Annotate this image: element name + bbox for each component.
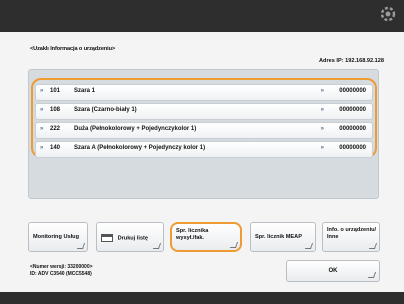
counter-number: 108 bbox=[50, 107, 61, 113]
ok-button[interactable]: OK bbox=[286, 260, 380, 282]
monitoring-label: Monitoring Usług bbox=[33, 234, 79, 240]
corner-mark-icon bbox=[229, 242, 239, 248]
device-info-button[interactable]: Info. o urządzeniu/ Inne bbox=[322, 222, 380, 252]
arrow-icon: » bbox=[40, 126, 44, 132]
corner-mark-icon bbox=[368, 243, 378, 249]
page-title: <Uzaklı Informacja o urządzeniu> bbox=[30, 46, 116, 52]
counter-number: 222 bbox=[50, 126, 61, 132]
bottom-strip bbox=[0, 292, 404, 304]
counter-number: 140 bbox=[50, 145, 61, 151]
counter-value: 00000000 bbox=[339, 88, 366, 94]
arrow-icon: » bbox=[320, 88, 324, 94]
counter-name: Szara 1 bbox=[74, 88, 96, 94]
list-item[interactable]: » 140 Szara A (Pełnokolorowy + Pojedyncz… bbox=[35, 141, 373, 158]
arrow-icon: » bbox=[40, 145, 44, 151]
device-id: ID: ADV C3540 (MCC5548) bbox=[30, 270, 92, 277]
counter-value: 00000000 bbox=[339, 107, 366, 113]
counter-value: 00000000 bbox=[339, 126, 366, 132]
list-item[interactable]: » 108 Szara (Czarno-biały 1) » 00000000 bbox=[35, 103, 373, 120]
check-counter-button[interactable]: Spr. licznika wysył./fak. bbox=[170, 222, 242, 252]
corner-mark-icon bbox=[76, 243, 86, 249]
arrow-icon: » bbox=[320, 145, 324, 151]
corner-mark-icon bbox=[367, 272, 377, 278]
list-item[interactable]: » 101 Szara 1 » 00000000 bbox=[35, 84, 373, 101]
monitoring-button[interactable]: Monitoring Usług bbox=[28, 222, 88, 252]
counter-list: » 101 Szara 1 » 00000000 » 108 Szara (Cz… bbox=[31, 78, 377, 158]
counter-name: Duża (Pełnokolorowy + Pojedynczykolor 1) bbox=[74, 126, 197, 132]
corner-mark-icon bbox=[304, 243, 314, 249]
counter-name: Szara A (Pełnokolorowy + Pojedynczy kolo… bbox=[74, 145, 206, 151]
counter-number: 101 bbox=[50, 88, 61, 94]
firmware-version: <Numer wersji: 33200000> bbox=[30, 264, 93, 270]
arrow-icon: » bbox=[40, 88, 44, 94]
check-counter-mp-button[interactable]: Spr. licznik MEAP bbox=[250, 222, 316, 252]
printer-icon bbox=[101, 234, 113, 242]
list-item[interactable]: » 222 Duża (Pełnokolorowy + Pojedynczyko… bbox=[35, 122, 373, 139]
corner-mark-icon bbox=[152, 243, 162, 249]
device-info-label: Info. o urządzeniu/ Inne bbox=[327, 227, 377, 240]
print-list-button[interactable]: Drukuj listę bbox=[96, 222, 164, 252]
top-bar bbox=[0, 0, 404, 32]
check-counter-mp-label: Spr. licznik MEAP bbox=[255, 234, 302, 240]
ip-address: Adres IP: 192.168.92.128 bbox=[319, 58, 384, 64]
gear-icon[interactable] bbox=[378, 4, 398, 24]
print-list-label: Drukuj listę bbox=[117, 235, 149, 242]
check-counter-label: Spr. licznika wysył./fak. bbox=[176, 228, 209, 241]
arrow-icon: » bbox=[320, 126, 324, 132]
arrow-icon: » bbox=[40, 107, 44, 113]
ok-label: OK bbox=[328, 268, 338, 274]
counter-value: 00000000 bbox=[339, 145, 366, 151]
arrow-icon: » bbox=[320, 107, 324, 113]
counter-name: Szara (Czarno-biały 1) bbox=[74, 107, 137, 113]
firmware-info: <Numer wersji: 33200000> ID: ADV C3540 (… bbox=[30, 264, 93, 277]
